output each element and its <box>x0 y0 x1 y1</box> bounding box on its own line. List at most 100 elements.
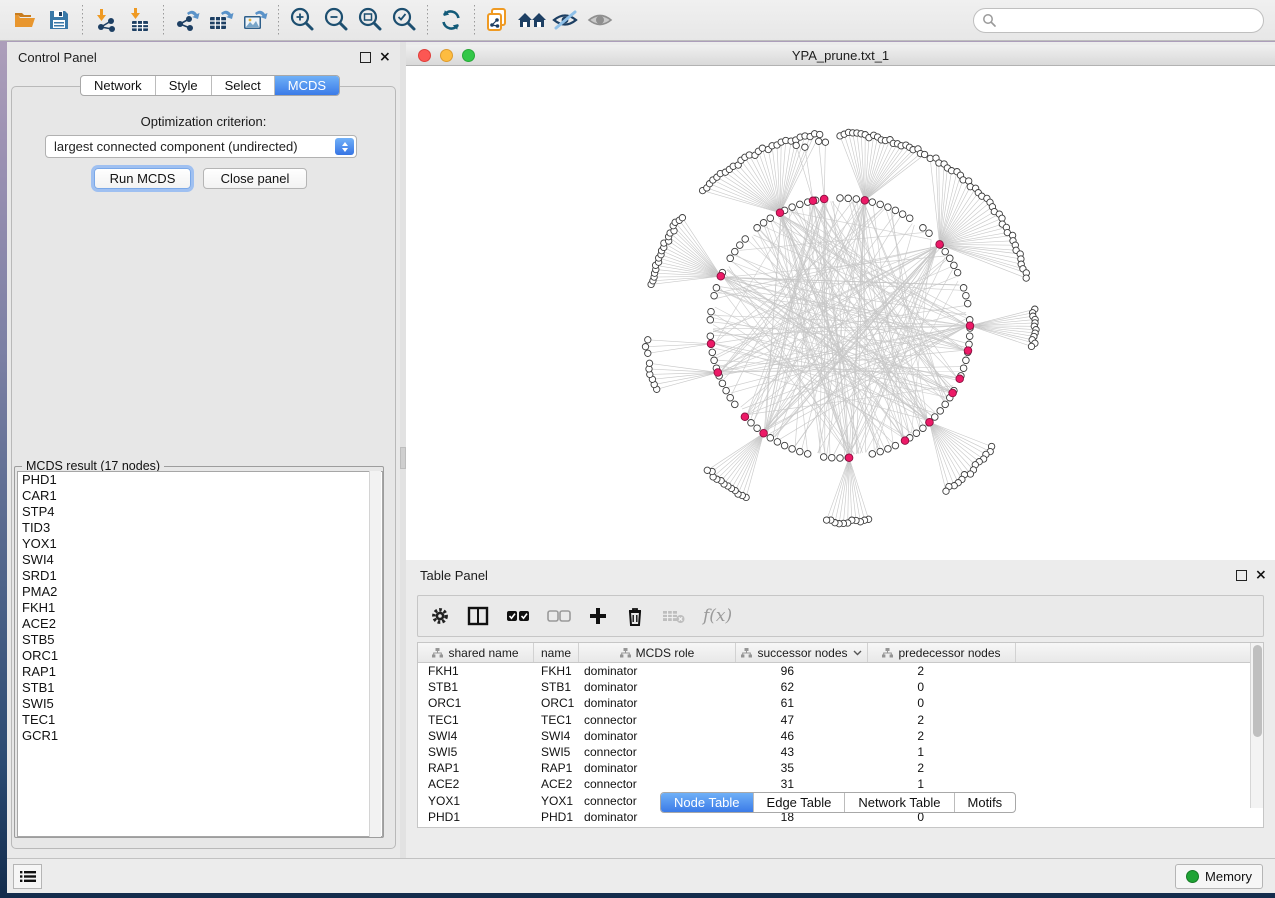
close-table-panel-icon[interactable]: ⨯ <box>1255 567 1267 582</box>
mcds-result-item[interactable]: STP4 <box>18 504 382 520</box>
table-row[interactable]: STB1STB1dominator620 <box>418 679 1263 695</box>
network-node[interactable] <box>707 333 714 340</box>
minimize-window-icon[interactable] <box>440 49 453 62</box>
clone-network-icon[interactable] <box>481 3 515 37</box>
network-node[interactable] <box>797 448 804 455</box>
network-node[interactable] <box>816 138 822 144</box>
zoom-fit-icon[interactable] <box>353 3 387 37</box>
network-node[interactable] <box>793 142 799 148</box>
first-neighbors-icon[interactable] <box>515 3 549 37</box>
mcds-result-item[interactable]: YOX1 <box>18 536 382 552</box>
network-node[interactable] <box>920 425 927 432</box>
mcds-result-item[interactable]: TID3 <box>18 520 382 536</box>
network-node[interactable] <box>963 292 970 299</box>
mcds-result-item[interactable]: SWI4 <box>18 552 382 568</box>
tab-style[interactable]: Style <box>156 76 212 95</box>
open-file-icon[interactable] <box>8 3 42 37</box>
network-hub-node[interactable] <box>901 437 909 445</box>
network-hub-node[interactable] <box>861 197 869 205</box>
network-node[interactable] <box>906 215 913 222</box>
network-node[interactable] <box>789 446 796 453</box>
export-image-icon[interactable] <box>238 3 272 37</box>
tab-node-table[interactable]: Node Table <box>661 793 754 812</box>
network-node[interactable] <box>820 454 827 461</box>
criterion-select[interactable]: largest connected component (undirected) <box>45 135 357 158</box>
network-node[interactable] <box>869 199 876 206</box>
network-node[interactable] <box>760 220 767 227</box>
network-node[interactable] <box>748 420 755 427</box>
network-hub-node[interactable] <box>820 195 828 203</box>
gear-icon[interactable] <box>430 606 450 626</box>
network-view[interactable] <box>406 66 1275 560</box>
table-row[interactable]: RAP1RAP1dominator352 <box>418 760 1263 776</box>
network-graph[interactable] <box>406 66 1275 560</box>
network-node[interactable] <box>926 230 933 237</box>
zoom-out-icon[interactable] <box>319 3 353 37</box>
close-window-icon[interactable] <box>418 49 431 62</box>
mcds-result-item[interactable]: STB1 <box>18 680 382 696</box>
tab-select[interactable]: Select <box>212 76 275 95</box>
close-panel-icon[interactable]: ⨯ <box>379 49 391 64</box>
show-all-icon[interactable] <box>583 3 617 37</box>
network-hub-node[interactable] <box>845 454 853 462</box>
network-node[interactable] <box>921 151 927 157</box>
network-node[interactable] <box>754 425 761 432</box>
network-node[interactable] <box>767 215 774 222</box>
add-column-icon[interactable] <box>588 606 608 626</box>
network-node[interactable] <box>802 144 808 150</box>
network-node[interactable] <box>645 337 651 343</box>
network-window-titlebar[interactable]: YPA_prune.txt_1 <box>406 45 1275 66</box>
result-scrollbar[interactable] <box>369 471 381 837</box>
network-node[interactable] <box>942 248 949 255</box>
table-row[interactable]: SWI5SWI5connector431 <box>418 744 1263 760</box>
network-node[interactable] <box>964 300 971 307</box>
export-table-icon[interactable] <box>204 3 238 37</box>
maximize-window-icon[interactable] <box>462 49 475 62</box>
column-header-mcds-role[interactable]: MCDS role <box>579 643 736 662</box>
network-node[interactable] <box>679 215 685 221</box>
network-node[interactable] <box>885 204 892 211</box>
network-node[interactable] <box>727 394 734 401</box>
float-panel-icon[interactable] <box>360 52 371 63</box>
network-node[interactable] <box>877 448 884 455</box>
network-hub-node[interactable] <box>964 347 972 355</box>
mcds-result-item[interactable]: PMA2 <box>18 584 382 600</box>
table-row[interactable]: TEC1TEC1connector472 <box>418 712 1263 728</box>
network-node[interactable] <box>646 360 652 366</box>
network-node[interactable] <box>774 439 781 446</box>
network-node[interactable] <box>892 442 899 449</box>
network-node[interactable] <box>711 292 718 299</box>
save-session-icon[interactable] <box>42 3 76 37</box>
network-node[interactable] <box>845 195 852 202</box>
network-node[interactable] <box>754 225 761 232</box>
network-node[interactable] <box>732 401 739 408</box>
table-scrollbar[interactable] <box>1250 643 1263 808</box>
import-table-icon[interactable] <box>123 3 157 37</box>
network-node[interactable] <box>642 344 648 350</box>
network-node[interactable] <box>737 242 744 249</box>
mcds-result-item[interactable]: GCR1 <box>18 728 382 744</box>
network-node[interactable] <box>767 435 774 442</box>
float-table-panel-icon[interactable] <box>1236 570 1247 581</box>
network-node[interactable] <box>789 204 796 211</box>
mcds-result-item[interactable]: SWI5 <box>18 696 382 712</box>
network-hub-node[interactable] <box>956 375 964 383</box>
delete-column-icon[interactable] <box>625 605 645 627</box>
network-node[interactable] <box>877 201 884 208</box>
memory-button[interactable]: Memory <box>1175 864 1263 889</box>
split-view-icon[interactable] <box>467 606 489 626</box>
network-node[interactable] <box>732 248 739 255</box>
network-node[interactable] <box>913 430 920 437</box>
mcds-result-item[interactable]: FKH1 <box>18 600 382 616</box>
network-hub-node[interactable] <box>926 419 934 427</box>
mcds-result-item[interactable]: ORC1 <box>18 648 382 664</box>
network-node[interactable] <box>960 285 967 292</box>
network-hub-node[interactable] <box>717 272 725 280</box>
network-node[interactable] <box>704 467 710 473</box>
network-hub-node[interactable] <box>707 340 715 348</box>
table-row[interactable]: FKH1FKH1dominator962 <box>418 663 1263 679</box>
network-node[interactable] <box>759 145 765 151</box>
table-scrollbar-thumb[interactable] <box>1253 645 1262 737</box>
network-node[interactable] <box>829 454 836 461</box>
network-node[interactable] <box>709 349 716 356</box>
